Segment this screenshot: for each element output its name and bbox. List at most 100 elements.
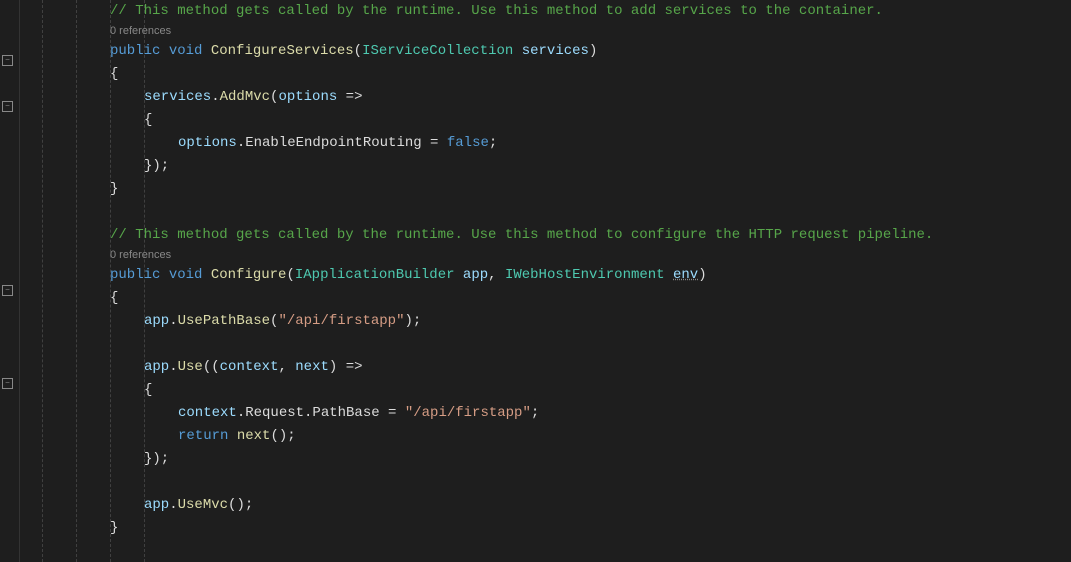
code-token: public <box>110 43 160 59</box>
code-token: ; <box>531 405 539 421</box>
code-line[interactable]: { <box>26 287 1071 310</box>
code-token: app <box>144 497 169 513</box>
code-token: ; <box>489 135 497 151</box>
code-line[interactable]: app.Use((context, next) => <box>26 356 1071 379</box>
code-token: "/api/firstapp" <box>278 313 404 329</box>
code-token <box>513 43 521 59</box>
code-token <box>455 267 463 283</box>
code-token: , <box>278 359 295 375</box>
code-token: app <box>144 359 169 375</box>
code-line[interactable]: app.UseMvc(); <box>26 494 1071 517</box>
code-token <box>160 43 168 59</box>
code-token: . <box>237 135 245 151</box>
code-token: ( <box>354 43 362 59</box>
code-line[interactable]: { <box>26 379 1071 402</box>
code-token <box>228 428 236 444</box>
code-token: public <box>110 267 160 283</box>
code-line[interactable]: services.AddMvc(options => <box>26 86 1071 109</box>
code-line[interactable]: options.EnableEndpointRouting = false; <box>26 132 1071 155</box>
code-line[interactable]: }); <box>26 448 1071 471</box>
code-token: IApplicationBuilder <box>295 267 455 283</box>
code-token: options <box>178 135 237 151</box>
code-line[interactable]: return next(); <box>26 425 1071 448</box>
code-token: .Request.PathBase = <box>237 405 405 421</box>
code-token: context <box>178 405 237 421</box>
fold-toggle-icon[interactable]: − <box>2 101 13 112</box>
code-token: services <box>522 43 589 59</box>
code-token: (); <box>228 497 253 513</box>
code-token: Use <box>178 359 203 375</box>
code-token: IServiceCollection <box>362 43 513 59</box>
code-token: IWebHostEnvironment <box>505 267 665 283</box>
code-token: } <box>110 520 118 536</box>
code-token: return <box>178 428 228 444</box>
code-token: // This method gets called by the runtim… <box>110 227 933 243</box>
code-token <box>160 267 168 283</box>
code-line[interactable] <box>26 333 1071 356</box>
code-line[interactable]: context.Request.PathBase = "/api/firstap… <box>26 402 1071 425</box>
outline-gutter[interactable]: − − − − <box>0 0 20 562</box>
code-token: void <box>169 267 203 283</box>
code-token: app <box>144 313 169 329</box>
code-token: ConfigureServices <box>211 43 354 59</box>
code-token: . <box>211 89 219 105</box>
code-token: . <box>169 497 177 513</box>
code-token: UseMvc <box>178 497 228 513</box>
code-token: UsePathBase <box>178 313 270 329</box>
code-line[interactable] <box>26 201 1071 224</box>
code-token: ); <box>404 313 421 329</box>
code-token: } <box>110 181 118 197</box>
code-token: . <box>169 313 177 329</box>
codelens-reference-count[interactable]: 0 references <box>26 247 1071 264</box>
code-line[interactable]: } <box>26 517 1071 540</box>
code-line[interactable]: public void ConfigureServices(IServiceCo… <box>26 40 1071 63</box>
code-token: next <box>295 359 329 375</box>
code-token <box>202 43 210 59</box>
code-line[interactable]: app.UsePathBase("/api/firstapp"); <box>26 310 1071 333</box>
fold-toggle-icon[interactable]: − <box>2 285 13 296</box>
code-line[interactable]: }); <box>26 155 1071 178</box>
code-token: (); <box>270 428 295 444</box>
code-token: env <box>673 267 698 283</box>
code-token: context <box>220 359 279 375</box>
code-token: services <box>144 89 211 105</box>
code-token: }); <box>144 158 169 174</box>
code-token: next <box>237 428 271 444</box>
code-token: { <box>110 66 118 82</box>
code-token: ( <box>286 267 294 283</box>
code-token: { <box>144 382 152 398</box>
code-token: Configure <box>211 267 287 283</box>
code-line[interactable]: } <box>26 178 1071 201</box>
code-token: "/api/firstapp" <box>405 405 531 421</box>
code-token: ) <box>698 267 706 283</box>
code-editor[interactable]: − − − − // This method gets called by the r… <box>0 0 1071 562</box>
code-token: void <box>169 43 203 59</box>
code-token: EnableEndpointRouting = <box>245 135 447 151</box>
codelens-reference-count[interactable]: 0 references <box>26 23 1071 40</box>
code-token: => <box>337 89 362 105</box>
code-token: { <box>144 112 152 128</box>
code-token: false <box>447 135 489 151</box>
fold-toggle-icon[interactable]: − <box>2 378 13 389</box>
fold-toggle-icon[interactable]: − <box>2 55 13 66</box>
code-token: ) <box>589 43 597 59</box>
code-area[interactable]: // This method gets called by the runtim… <box>20 0 1071 562</box>
code-line[interactable]: // This method gets called by the runtim… <box>26 0 1071 23</box>
code-token <box>202 267 210 283</box>
code-token: { <box>110 290 118 306</box>
code-token: , <box>488 267 505 283</box>
code-line[interactable]: { <box>26 109 1071 132</box>
code-line[interactable]: public void Configure(IApplicationBuilde… <box>26 264 1071 287</box>
code-line[interactable]: // This method gets called by the runtim… <box>26 224 1071 247</box>
code-token: AddMvc <box>220 89 270 105</box>
code-token: (( <box>203 359 220 375</box>
code-token: // This method gets called by the runtim… <box>110 3 883 19</box>
code-line[interactable]: { <box>26 63 1071 86</box>
code-token: ) => <box>329 359 363 375</box>
code-line[interactable] <box>26 471 1071 494</box>
code-token: app <box>463 267 488 283</box>
code-token: . <box>169 359 177 375</box>
code-token: options <box>278 89 337 105</box>
code-token: }); <box>144 451 169 467</box>
code-token <box>665 267 673 283</box>
